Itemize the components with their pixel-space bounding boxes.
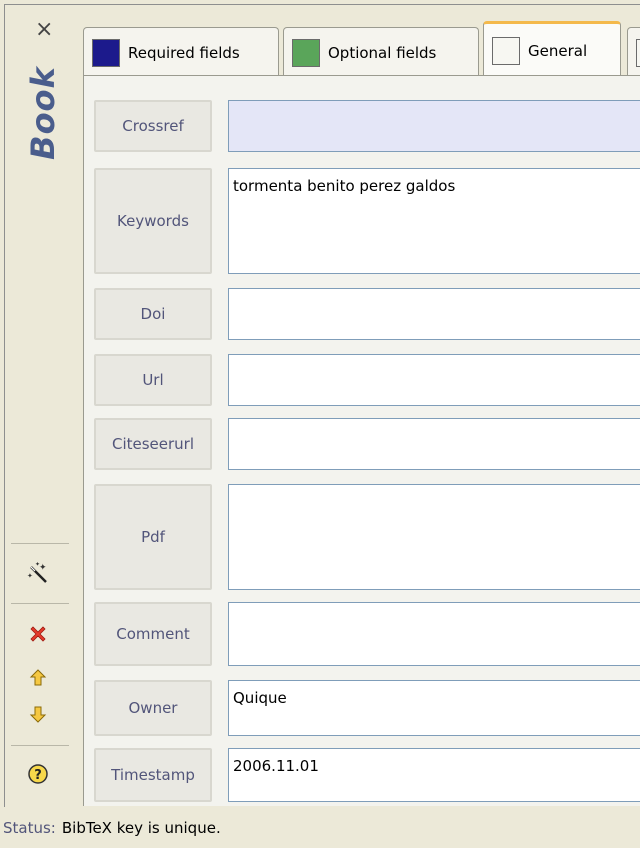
entry-type-text: Book [24,66,63,160]
entry-sidebar: × Book ✦ ✦ ✦ ? [5,5,69,807]
citeseerurl-label: Citeseerurl [94,418,212,470]
tab-color-swatch [292,38,320,67]
pdf-field[interactable] [228,484,640,590]
timestamp-label: Timestamp [94,748,212,802]
generate-key-wand-icon[interactable]: ✦ ✦ ✦ [25,561,51,587]
tab-optional-fields[interactable]: Optional fields [283,27,479,77]
citeseerurl-field[interactable] [228,418,640,470]
sidebar-divider [11,745,69,746]
entry-editor-panel: × Book ✦ ✦ ✦ ? Required fields Optional … [4,4,640,807]
doi-label: Doi [94,288,212,340]
sidebar-divider [11,543,69,544]
status-key: Status: [3,819,56,837]
svg-text:?: ? [34,768,42,783]
keywords-label: Keywords [94,168,212,274]
doi-field[interactable] [228,288,640,340]
crossref-label: Crossref [94,100,212,152]
tab-color-swatch [636,38,640,67]
delete-icon[interactable] [25,621,51,647]
url-field[interactable] [228,354,640,406]
keywords-field[interactable]: tormenta benito perez galdos [228,168,640,274]
tab-required-fields[interactable]: Required fields [83,27,279,77]
tab-label: Required fields [128,43,240,62]
owner-field[interactable]: Quique [228,680,640,736]
move-down-icon[interactable] [25,701,51,727]
tab-label: Optional fields [328,43,437,62]
status-message: BibTeX key is unique. [61,819,221,837]
crossref-field[interactable] [228,100,640,152]
url-label: Url [94,354,212,406]
timestamp-field[interactable]: 2006.11.01 [228,748,640,802]
close-icon[interactable]: × [35,19,53,41]
pdf-label: Pdf [94,484,212,590]
tab-color-swatch [92,38,120,67]
general-fields-panel: Crossref Keywords tormenta benito perez … [83,75,640,806]
field-tabs: Required fields Optional fields General [83,17,640,77]
entry-type-label: Book [19,53,67,173]
help-icon[interactable]: ? [25,761,51,787]
sidebar-divider [11,603,69,604]
status-bar: Status: BibTeX key is unique. [0,808,640,848]
comment-label: Comment [94,602,212,666]
tab-next-partial[interactable] [627,27,640,77]
svg-text:✦: ✦ [35,562,40,568]
tab-general[interactable]: General [483,21,621,77]
svg-text:✦: ✦ [39,563,47,573]
svg-text:✦: ✦ [27,572,33,580]
comment-field[interactable] [228,602,640,666]
tab-color-swatch [492,36,520,65]
owner-label: Owner [94,680,212,736]
tab-label: General [528,41,588,60]
move-up-icon[interactable] [25,665,51,691]
